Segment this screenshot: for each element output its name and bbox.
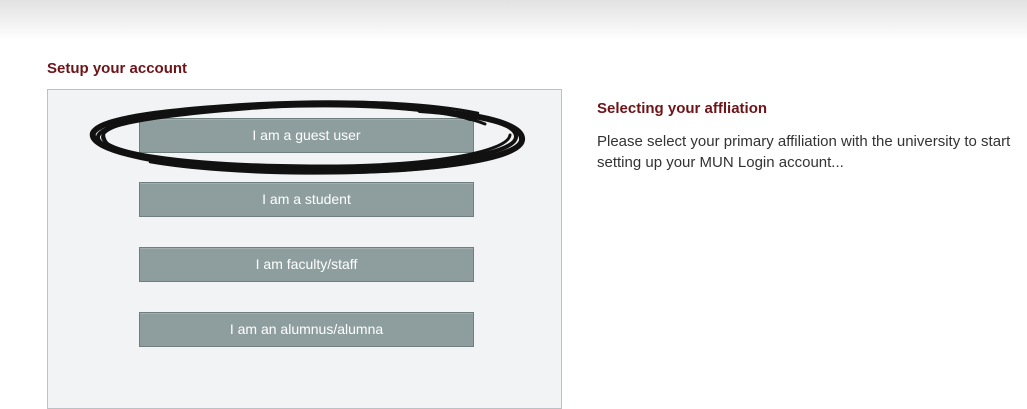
- header-band: [0, 0, 1027, 40]
- alumni-button[interactable]: I am an alumnus/alumna: [139, 312, 474, 347]
- affiliation-info-title: Selecting your affliation: [597, 100, 768, 117]
- guest-user-button[interactable]: I am a guest user: [139, 118, 474, 153]
- student-button[interactable]: I am a student: [139, 182, 474, 217]
- faculty-staff-button[interactable]: I am faculty/staff: [139, 247, 474, 282]
- affiliation-info-text: Please select your primary affiliation w…: [597, 133, 1011, 171]
- page-title: Setup your account: [47, 60, 188, 77]
- affiliation-panel: I am a guest user I am a student I am fa…: [47, 89, 562, 409]
